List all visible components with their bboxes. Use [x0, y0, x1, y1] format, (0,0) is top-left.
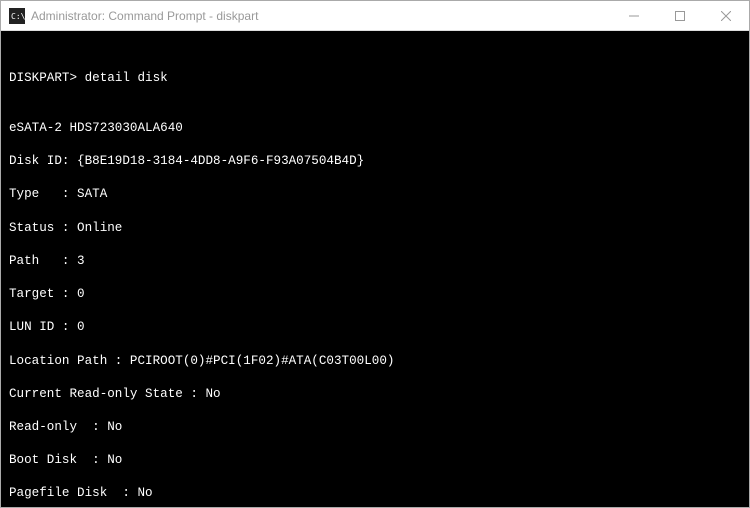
- prompt-line: DISKPART> detail disk: [9, 70, 741, 87]
- cmd-icon: C:\: [9, 8, 25, 24]
- disk-id: Disk ID: {B8E19D18-3184-4DD8-A9F6-F93A07…: [9, 153, 741, 170]
- disk-pagefile: Pagefile Disk : No: [9, 485, 741, 502]
- window-controls: [611, 1, 749, 30]
- disk-type: Type : SATA: [9, 186, 741, 203]
- disk-location: Location Path : PCIROOT(0)#PCI(1F02)#ATA…: [9, 353, 741, 370]
- disk-status: Status : Online: [9, 220, 741, 237]
- window-title: Administrator: Command Prompt - diskpart: [31, 9, 258, 23]
- close-button[interactable]: [703, 1, 749, 30]
- maximize-button[interactable]: [657, 1, 703, 30]
- disk-model: eSATA-2 HDS723030ALA640: [9, 120, 741, 137]
- disk-lun: LUN ID : 0: [9, 319, 741, 336]
- disk-path: Path : 3: [9, 253, 741, 270]
- svg-text:C:\: C:\: [11, 12, 25, 21]
- disk-readonly: Read-only : No: [9, 419, 741, 436]
- minimize-button[interactable]: [611, 1, 657, 30]
- terminal-output[interactable]: DISKPART> detail disk eSATA-2 HDS723030A…: [1, 31, 749, 507]
- disk-boot: Boot Disk : No: [9, 452, 741, 469]
- titlebar[interactable]: C:\ Administrator: Command Prompt - disk…: [1, 1, 749, 31]
- disk-target: Target : 0: [9, 286, 741, 303]
- command-text: detail disk: [85, 71, 168, 85]
- disk-ro-state: Current Read-only State : No: [9, 386, 741, 403]
